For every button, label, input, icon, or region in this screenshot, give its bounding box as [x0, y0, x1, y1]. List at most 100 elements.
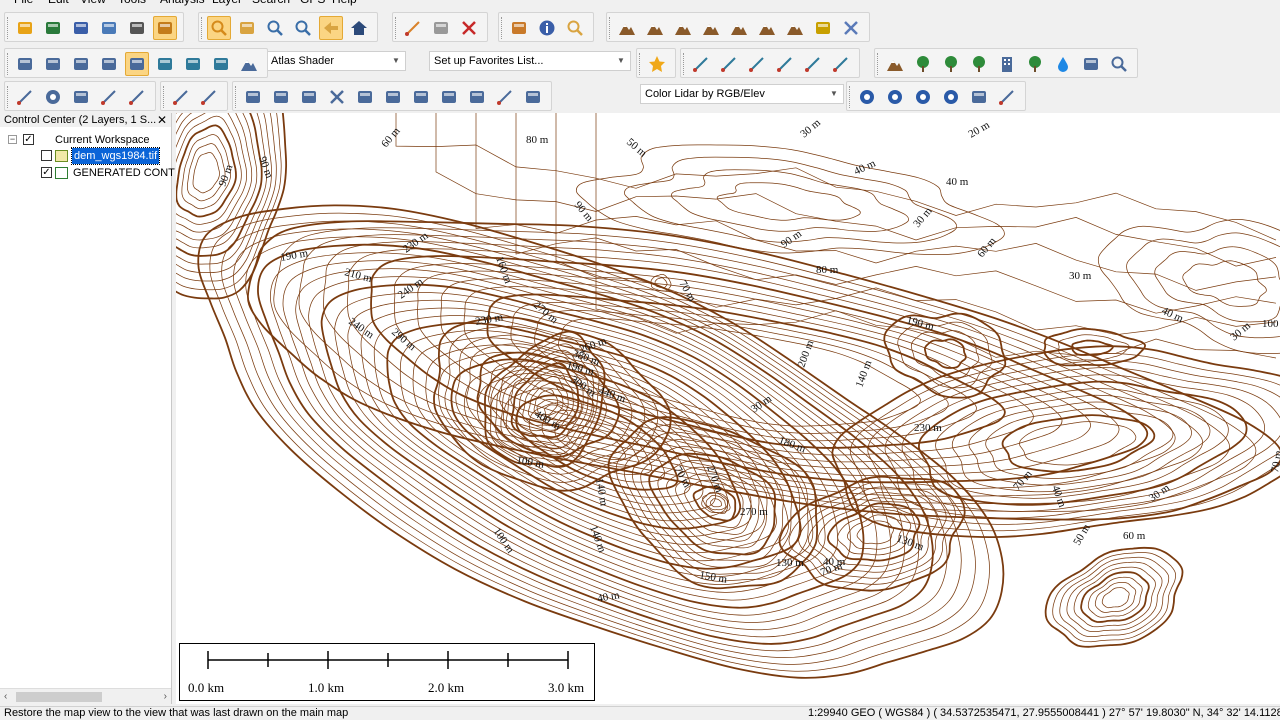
cross-button[interactable]	[325, 85, 349, 109]
menu-edit[interactable]: Edit	[48, 0, 69, 6]
toolbar-grip[interactable]	[7, 53, 10, 75]
terrain-7-button[interactable]	[783, 16, 807, 40]
edit-check-button[interactable]	[995, 85, 1019, 109]
layers-button[interactable]	[153, 16, 177, 40]
lidar-color-select[interactable]: Color Lidar by RGB/Elev ▼	[640, 84, 844, 104]
dots-button[interactable]	[1079, 52, 1103, 76]
wrench-button[interactable]	[125, 16, 149, 40]
chevron-down-icon[interactable]: ▼	[827, 86, 841, 102]
toolbar-grip[interactable]	[163, 86, 166, 108]
globe-button[interactable]	[41, 16, 65, 40]
bush-button[interactable]	[939, 52, 963, 76]
line-1-button[interactable]	[689, 52, 713, 76]
measure-button[interactable]	[507, 16, 531, 40]
chevron-down-icon[interactable]: ▼	[389, 53, 403, 69]
search-feature-button[interactable]	[563, 16, 587, 40]
move-2-button[interactable]	[269, 85, 293, 109]
scroll-left-icon[interactable]: ‹	[4, 689, 7, 705]
scroll-thumb[interactable]	[16, 692, 102, 702]
terrain-5-button[interactable]	[727, 16, 751, 40]
water-drop-button[interactable]	[1051, 52, 1075, 76]
menu-gps[interactable]: GPS	[300, 0, 325, 6]
open-folder-button[interactable]	[13, 16, 37, 40]
favorite-star-button[interactable]	[645, 52, 669, 76]
filter-button[interactable]	[967, 85, 991, 109]
collapse-icon[interactable]: −	[8, 135, 17, 144]
workspace-checkbox[interactable]: ✓	[23, 134, 34, 145]
measure-2-button[interactable]	[521, 85, 545, 109]
layer-checkbox[interactable]	[41, 150, 52, 161]
chevron-down-icon[interactable]: ▼	[614, 53, 628, 69]
menu-view[interactable]: View	[80, 0, 106, 6]
target-button[interactable]	[41, 85, 65, 109]
terrain-3-button[interactable]	[671, 16, 695, 40]
edit-1-button[interactable]	[169, 85, 193, 109]
line-4-button[interactable]	[773, 52, 797, 76]
layer-label-selected[interactable]: dem_wgs1984.tif	[70, 147, 161, 165]
cut-button[interactable]	[353, 85, 377, 109]
dock-button[interactable]	[13, 52, 37, 76]
line-5-button[interactable]	[801, 52, 825, 76]
menu-help[interactable]: Help	[332, 0, 357, 6]
vertex-button[interactable]	[297, 85, 321, 109]
palm-button[interactable]	[1023, 52, 1047, 76]
toolbar-grip[interactable]	[683, 53, 686, 75]
scroll-right-icon[interactable]: ›	[164, 689, 167, 705]
view3d-button[interactable]	[97, 52, 121, 76]
toolbar-grip[interactable]	[201, 17, 204, 39]
grass-button[interactable]	[911, 52, 935, 76]
menu-file[interactable]: File	[14, 0, 33, 6]
toolbar-grip[interactable]	[639, 53, 642, 75]
split-button[interactable]	[409, 85, 433, 109]
map-button[interactable]	[97, 16, 121, 40]
toolbar-grip[interactable]	[395, 17, 398, 39]
edit-2-button[interactable]	[197, 85, 221, 109]
digitize-3-button[interactable]	[125, 85, 149, 109]
line-3-button[interactable]	[745, 52, 769, 76]
tree-button[interactable]	[967, 52, 991, 76]
layer-row-dem[interactable]: dem_wgs1984.tif	[0, 147, 170, 165]
building-button[interactable]	[995, 52, 1019, 76]
line-2-button[interactable]	[717, 52, 741, 76]
terrain-4-button[interactable]	[699, 16, 723, 40]
pin-button[interactable]	[41, 52, 65, 76]
contour-map[interactable]: 60 m 80 m 50 m 30 m 20 m 90 m 40 m 40 m 90 m 90 m…	[176, 113, 1280, 704]
grid-button[interactable]	[69, 52, 93, 76]
toolbar-grip[interactable]	[609, 17, 612, 39]
toolbar-grip[interactable]	[7, 17, 10, 39]
mountain-button[interactable]	[883, 52, 907, 76]
percent-button[interactable]	[125, 52, 149, 76]
join-button[interactable]	[437, 85, 461, 109]
close-icon[interactable]: ✕	[157, 113, 167, 127]
lidar-1-button[interactable]	[153, 52, 177, 76]
line-6-button[interactable]	[829, 52, 853, 76]
terrain-2-button[interactable]	[643, 16, 667, 40]
info-button[interactable]	[535, 16, 559, 40]
save-button[interactable]	[69, 16, 93, 40]
move-button[interactable]	[241, 85, 265, 109]
shader-button[interactable]	[237, 52, 261, 76]
terrain-1-button[interactable]	[615, 16, 639, 40]
snap-button[interactable]	[465, 85, 489, 109]
lidar-2-button[interactable]	[181, 52, 205, 76]
toolbar-grip[interactable]	[7, 86, 10, 108]
delete-button[interactable]	[457, 16, 481, 40]
zoom-out-button[interactable]	[291, 16, 315, 40]
gear-3-button[interactable]	[911, 85, 935, 109]
pencil-button[interactable]	[401, 16, 425, 40]
shader-select[interactable]: Atlas Shader ▼	[266, 51, 406, 71]
gear-1-button[interactable]	[855, 85, 879, 109]
back-arrow-button[interactable]	[319, 16, 343, 40]
digitize-1-button[interactable]	[13, 85, 37, 109]
toolbar-grip[interactable]	[877, 53, 880, 75]
image-button[interactable]	[811, 16, 835, 40]
home-button[interactable]	[347, 16, 371, 40]
toolbar-grip[interactable]	[849, 86, 852, 108]
layer-row-contours[interactable]: ✓ GENERATED CONT	[0, 165, 175, 181]
toolbar-grip[interactable]	[501, 17, 504, 39]
menu-layer[interactable]: Layer	[212, 0, 242, 6]
layer-checkbox[interactable]: ✓	[41, 167, 52, 178]
terrain-6-button[interactable]	[755, 16, 779, 40]
reshape-button[interactable]	[381, 85, 405, 109]
select-box-button[interactable]	[429, 16, 453, 40]
